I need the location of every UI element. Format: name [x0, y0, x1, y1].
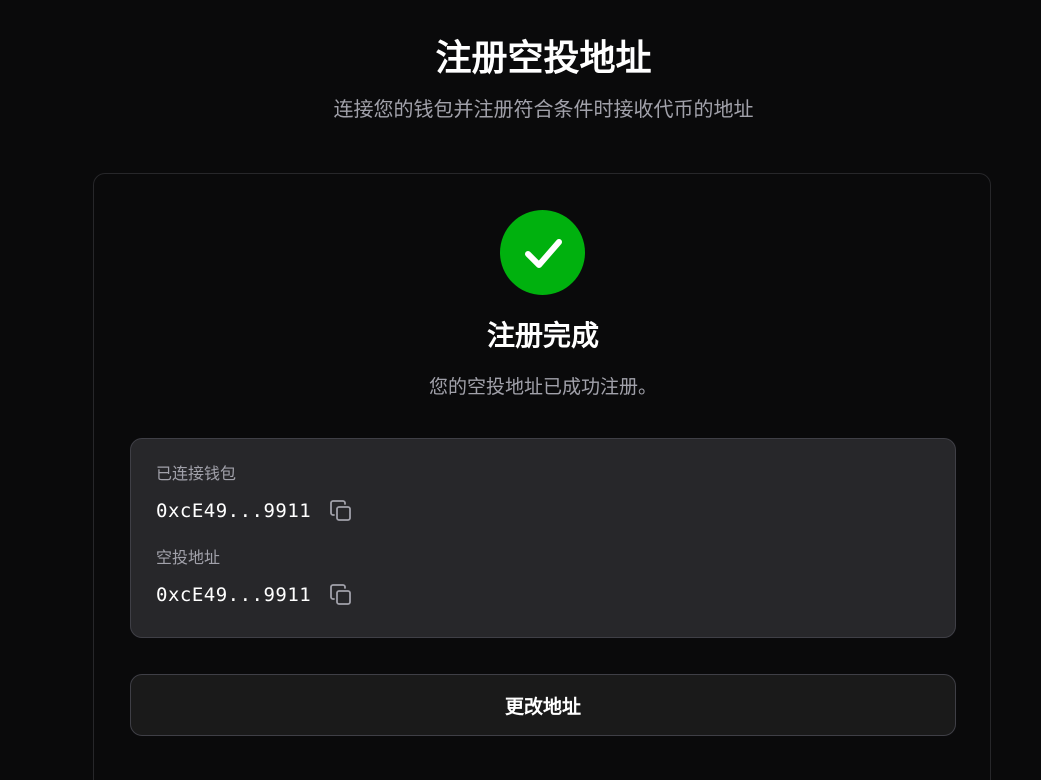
success-title: 注册完成: [486, 319, 599, 352]
connected-wallet-address: 0xcE49...9911: [156, 500, 312, 522]
checkmark-icon: [524, 238, 562, 268]
connected-wallet-label: 已连接钱包: [156, 464, 237, 483]
page-title: 注册空投地址: [435, 38, 652, 79]
registration-card: 注册完成 您的空投地址已成功注册。 已连接钱包 0xcE49...9911 空投…: [93, 173, 991, 780]
page-subtitle: 连接您的钱包并注册符合条件时接收代币的地址: [333, 97, 754, 121]
address-info-box: 已连接钱包 0xcE49...9911 空投地址 0xcE49...9911: [130, 438, 956, 638]
airdrop-address: 0xcE49...9911: [156, 584, 312, 606]
success-message: 您的空投地址已成功注册。: [428, 376, 657, 398]
copy-icon[interactable]: [329, 499, 353, 523]
change-address-button[interactable]: 更改地址: [130, 674, 956, 736]
connected-wallet-row: 0xcE49...9911: [156, 497, 353, 525]
airdrop-address-row: 0xcE49...9911: [156, 581, 353, 609]
copy-icon[interactable]: [329, 583, 353, 607]
page: 注册空投地址 连接您的钱包并注册符合条件时接收代币的地址 注册完成 您的空投地址…: [0, 0, 1041, 780]
airdrop-address-label: 空投地址: [156, 548, 221, 567]
check-circle-icon: [500, 210, 585, 295]
